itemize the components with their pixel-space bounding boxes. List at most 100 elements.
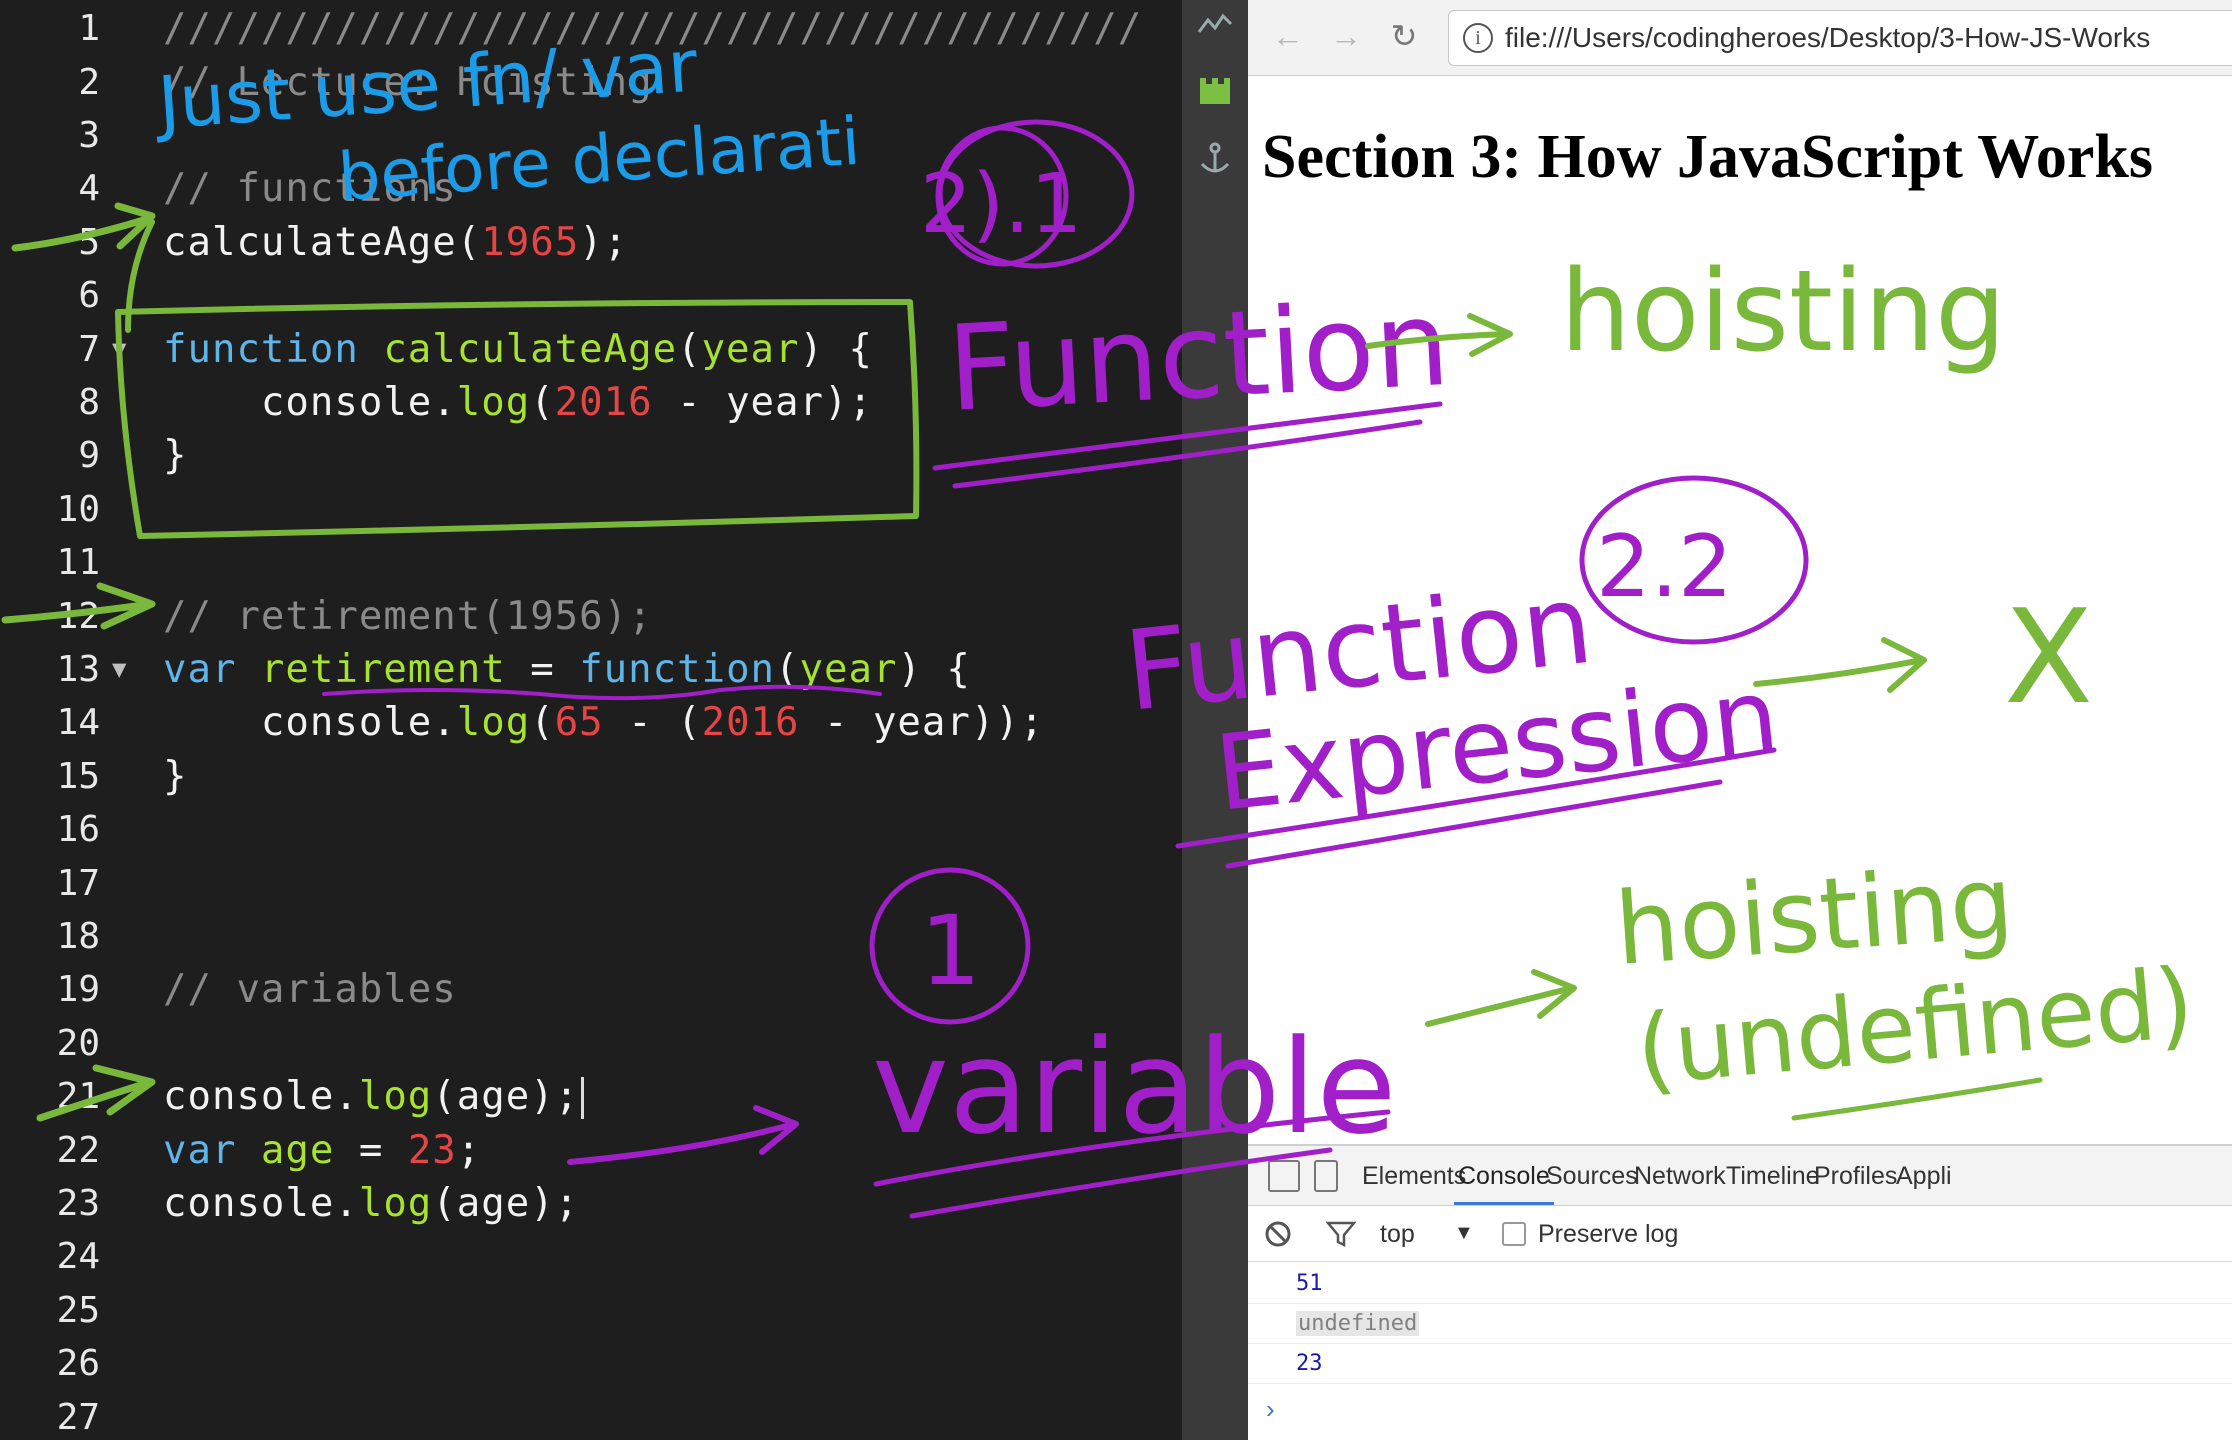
code-line[interactable]: 4 // functions [0,162,1182,215]
devtools-tab-network[interactable]: Network [1634,1162,1726,1191]
code-line[interactable]: 6 [0,269,1182,322]
line-number: 3 [78,114,100,156]
line-number: 20 [56,1022,100,1064]
code-token: ); [579,219,629,265]
code-line[interactable]: 11 [0,536,1182,589]
line-number: 25 [56,1289,100,1331]
code-token: log [456,379,531,425]
code-token: console. [163,379,457,425]
back-icon[interactable]: ← [1270,18,1306,54]
reload-icon[interactable]: ↻ [1386,18,1422,54]
code-text: //////////////////////////////////////// [163,6,1142,51]
code-line[interactable]: 25 [0,1284,1182,1337]
code-token: function [579,646,776,692]
code-token: 2016 [554,379,653,425]
code-line[interactable]: 20 [0,1017,1182,1070]
code-line[interactable]: 12 // retirement(1956); [0,589,1182,642]
code-token: retirement [260,646,506,692]
line-number: 1 [78,8,100,50]
console-value: undefined [1296,1311,1420,1336]
code-token: var [163,1127,261,1173]
code-line[interactable]: 27 [0,1390,1182,1440]
code-line[interactable]: 8 console.log(2016 - year); [0,376,1182,429]
context-selector[interactable]: top [1380,1220,1415,1249]
code-line[interactable]: 14 console.log(65 - (2016 - year)); [0,696,1182,749]
address-bar[interactable]: i file:///Users/codingheroes/Desktop/3-H… [1448,10,2232,66]
code-token: ) { [897,646,971,692]
code-token: (age); [432,1180,580,1226]
code-editor[interactable]: 1 ///////////////////////////////////////… [0,0,1182,1440]
code-line[interactable]: 23 console.log(age); [0,1177,1182,1230]
line-number: 17 [56,862,100,904]
code-line[interactable]: 26 [0,1337,1182,1390]
code-line[interactable]: 17 [0,856,1182,909]
code-line[interactable]: 19 // variables [0,963,1182,1016]
code-token: ( [677,326,702,372]
anchor-icon[interactable] [1196,140,1234,178]
code-line[interactable]: 9} [0,429,1182,482]
code-text: console.log(age); [163,1181,579,1226]
line-number: 7 [78,328,100,370]
code-token: ( [530,379,555,425]
devtools-tab-console[interactable]: Console [1454,1162,1554,1205]
line-number: 14 [56,702,100,744]
forward-icon[interactable]: → [1328,18,1364,54]
code-text: var age = 23; [163,1128,481,1173]
code-line[interactable]: 2 // Lecture: Hoisting [0,55,1182,108]
code-token: year [799,646,898,692]
code-token: 65 [554,700,604,746]
code-token: function [163,326,384,372]
inspect-element-icon[interactable] [1268,1160,1300,1192]
line-number: 9 [78,435,100,477]
code-token: // Lecture: Hoisting [163,59,653,105]
code-line[interactable]: 21 console.log(age); [0,1070,1182,1123]
fold-toggle-icon[interactable]: ▼ [112,655,126,683]
code-line[interactable]: 24 [0,1230,1182,1283]
line-number: 27 [56,1396,100,1438]
code-line[interactable]: 13 ▼ var retirement = function(year) { [0,643,1182,696]
code-line[interactable]: 5 calculateAge(1965); [0,216,1182,269]
preserve-log-checkbox[interactable] [1502,1222,1526,1246]
console-message: 23 [1248,1344,2232,1384]
castle-icon[interactable] [1196,70,1234,108]
code-token: // retirement(1956); [163,593,653,639]
code-token: 2016 [701,700,800,746]
code-token: (age); [432,1073,580,1119]
fold-toggle-icon[interactable]: ▼ [112,335,126,363]
code-line[interactable]: 18 [0,910,1182,963]
line-number: 24 [56,1236,100,1278]
code-line[interactable]: 3 [0,109,1182,162]
code-line[interactable]: 7 ▼ function calculateAge(year) { [0,322,1182,375]
code-line[interactable]: 15} [0,750,1182,803]
code-line[interactable]: 16 [0,803,1182,856]
code-line[interactable]: 10 [0,483,1182,536]
console-prompt-icon[interactable]: › [1266,1394,1275,1425]
code-token: calculateAge [383,326,678,372]
line-number: 8 [78,381,100,423]
devtools-tab-timeline[interactable]: Timeline [1726,1162,1820,1191]
code-token: = [334,1127,408,1173]
info-icon[interactable]: i [1463,23,1493,53]
devtools-tab-appli[interactable]: Appli [1896,1162,1952,1191]
code-token: var [163,646,261,692]
line-number: 26 [56,1343,100,1385]
devtools-tab-profiles[interactable]: Profiles [1814,1162,1897,1191]
code-text: // functions [163,166,457,211]
code-line[interactable]: 1 ///////////////////////////////////////… [0,2,1182,55]
clear-console-icon[interactable] [1264,1220,1292,1248]
activity-icon[interactable] [1196,6,1234,44]
code-token: year [701,326,800,372]
devtools-tab-sources[interactable]: Sources [1546,1162,1638,1191]
line-number: 6 [78,275,100,317]
code-token: - year)); [799,700,1045,746]
devtools-tab-elements[interactable]: Elements [1362,1162,1466,1191]
chevron-down-icon[interactable]: ▼ [1454,1222,1474,1245]
filter-icon[interactable] [1326,1220,1356,1248]
code-token: = [505,646,580,692]
device-toolbar-icon[interactable] [1314,1160,1338,1192]
code-token: calculateAge( [163,219,482,265]
code-line[interactable]: 22 var age = 23; [0,1123,1182,1176]
code-token: 23 [407,1127,457,1173]
code-token: ; [456,1127,482,1173]
code-token: log [456,700,531,746]
